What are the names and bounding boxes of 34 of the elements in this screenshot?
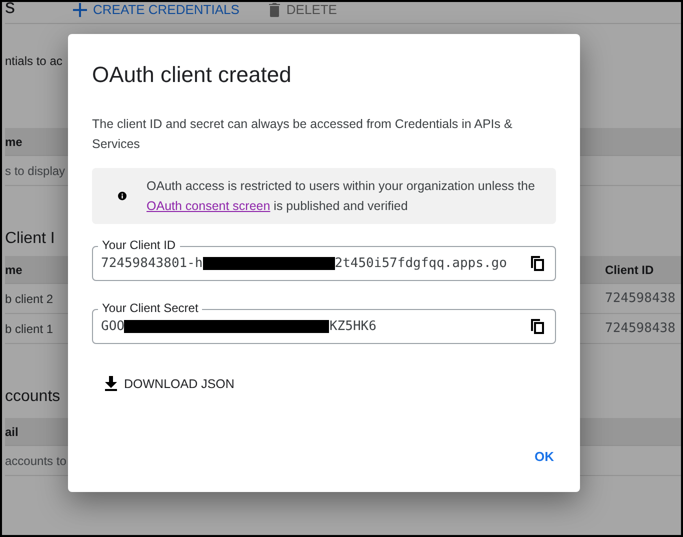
- copy-icon: [531, 319, 544, 334]
- field-value: GOO: [101, 319, 124, 334]
- consent-screen-link[interactable]: OAuth consent screen: [146, 199, 270, 213]
- column-header: ail: [5, 424, 18, 438]
- field-value: 72459843801-h: [101, 256, 203, 271]
- trash-icon: [269, 2, 280, 16]
- notice-text: OAuth access is restricted to users within your organization unless the OAuth consent screen is published and verified: [146, 178, 536, 215]
- ok-button[interactable]: OK: [532, 443, 556, 470]
- field-value: 2t450i57fdgfqq.apps.go: [334, 256, 507, 271]
- column-header: me: [5, 134, 22, 148]
- column-header: Client ID: [605, 262, 655, 276]
- credential-field[interactable]: Your Client Secret GOO KZ5HK6: [92, 300, 556, 344]
- table-cell-text: 724598438: [605, 321, 676, 336]
- intro-text: ntials to ac: [5, 54, 62, 68]
- empty-message: accounts to: [5, 454, 66, 468]
- field-value: KZ5HK6: [329, 319, 376, 334]
- download-icon: [104, 376, 118, 391]
- copy-button[interactable]: [531, 256, 544, 271]
- download-json-button[interactable]: DOWNLOAD JSON: [92, 370, 246, 397]
- dialog-description: The client ID and secret can always be accessed from Credentials in APIs & Services: [92, 116, 514, 153]
- table-cell: b client 1: [5, 322, 54, 336]
- section-heading: Client I: [5, 230, 55, 248]
- copy-icon: [531, 256, 544, 271]
- column-header: me: [5, 262, 22, 276]
- dialog-title: OAuth client created: [92, 62, 292, 88]
- page-title: s: [5, 2, 16, 19]
- table-cell-text: 724598438: [605, 291, 676, 306]
- info-icon: [118, 189, 127, 203]
- empty-message: s to display: [5, 164, 66, 178]
- section-heading: ccounts: [5, 388, 60, 406]
- copy-button[interactable]: [531, 319, 544, 334]
- credential-field[interactable]: Your Client ID 72459843801-h 2t450i57fdgfqq.apps.go: [92, 237, 556, 281]
- table-cell: b client 2: [5, 292, 54, 306]
- plus-icon: [73, 2, 87, 16]
